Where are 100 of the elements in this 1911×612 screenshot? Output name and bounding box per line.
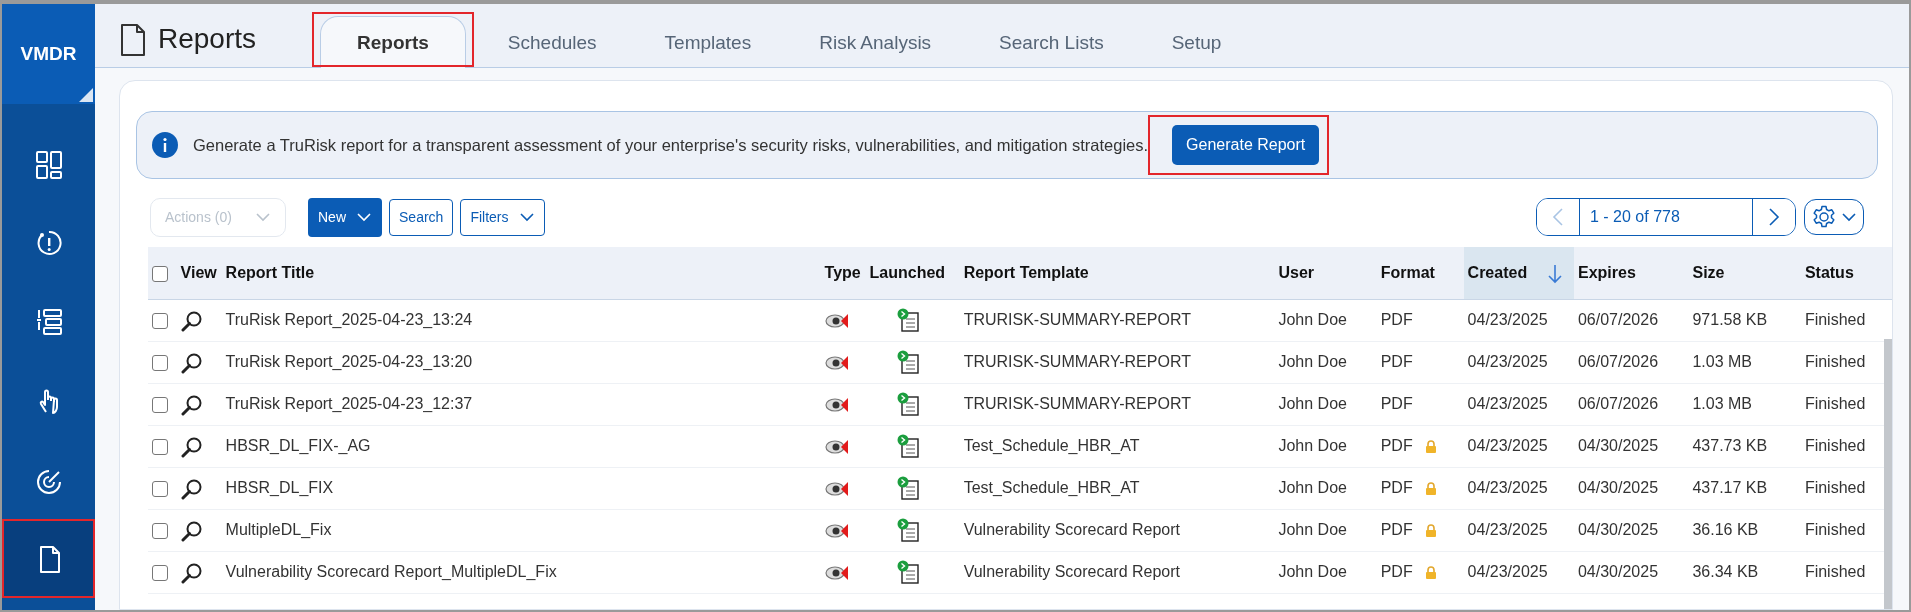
table-cell: PDF <box>1380 479 1413 496</box>
table-cell: TruRisk Report_2025-04-23_13:24 <box>221 299 821 341</box>
column-header[interactable]: Size <box>1692 263 1725 281</box>
chevron-down-icon <box>518 212 535 222</box>
dashboard-icon <box>33 148 64 179</box>
table-cell: PDF <box>1380 521 1413 538</box>
table-cell: 437.73 KB <box>1688 425 1801 467</box>
generate-report-button[interactable]: Generate Report <box>1172 125 1320 165</box>
chevron-left-icon <box>1552 207 1564 227</box>
table-cell: HBSR_DL_FIX <box>221 467 821 509</box>
sidebar-item[interactable] <box>2 519 95 598</box>
settings-dropdown[interactable] <box>1804 199 1864 235</box>
eye-flag-icon <box>824 563 849 582</box>
row-checkbox[interactable] <box>152 354 168 371</box>
brand-logo[interactable]: VMDR <box>2 4 95 104</box>
table-cell: 04/23/2025 <box>1463 551 1574 593</box>
scrollbar[interactable] <box>1884 339 1892 609</box>
table-cell: 04/23/2025 <box>1463 383 1574 425</box>
column-header[interactable]: User <box>1278 263 1315 281</box>
document-icon <box>120 23 146 57</box>
lock-icon <box>1424 482 1437 496</box>
row-checkbox[interactable] <box>152 480 168 497</box>
sort-descending-icon[interactable] <box>1547 264 1562 284</box>
select-all-checkbox[interactable] <box>152 265 168 282</box>
row-checkbox[interactable] <box>152 312 168 329</box>
table-cell: Vulnerability Scorecard Report <box>959 509 1275 551</box>
report-launch-icon <box>895 518 920 543</box>
table-cell: PDF <box>1380 353 1413 370</box>
table-cell: TruRisk Report_2025-04-23_13:20 <box>221 341 821 383</box>
table-cell: 04/23/2025 <box>1463 467 1574 509</box>
table-cell: John Doe <box>1274 299 1377 341</box>
eye-flag-icon <box>824 395 849 414</box>
table-cell: 04/30/2025 <box>1573 467 1689 509</box>
column-header[interactable]: Expires <box>1577 263 1636 281</box>
magnifier-icon[interactable] <box>180 561 203 584</box>
report-launch-icon <box>895 560 920 585</box>
table-cell: 04/30/2025 <box>1573 551 1689 593</box>
column-header[interactable]: Created <box>1467 263 1528 281</box>
eye-flag-icon <box>824 353 849 372</box>
report-launch-icon <box>895 476 920 501</box>
row-checkbox[interactable] <box>152 396 168 413</box>
table-cell: Vulnerability Scorecard Report_MultipleDL_Fix <box>221 551 821 593</box>
table-cell: 04/30/2025 <box>1573 425 1689 467</box>
table-cell: John Doe <box>1274 467 1377 509</box>
tab[interactable]: Templates <box>638 19 778 67</box>
chevron-right-icon <box>1768 207 1780 227</box>
report-launch-icon <box>895 308 920 333</box>
magnifier-icon[interactable] <box>180 519 203 542</box>
table-cell: TruRisk Report_2025-04-23_12:37 <box>221 383 821 425</box>
column-header[interactable]: Report Title <box>225 263 315 281</box>
row-checkbox[interactable] <box>152 522 168 539</box>
eye-flag-icon <box>824 311 849 330</box>
page-title: Reports <box>158 22 257 56</box>
table-cell: Test_Schedule_HBR_AT <box>959 425 1275 467</box>
table-cell: PDF <box>1380 437 1413 454</box>
filters-dropdown[interactable]: Filters <box>460 198 545 236</box>
table-cell: Test_Schedule_HBR_AT <box>959 467 1275 509</box>
chevron-down-icon <box>1842 212 1856 222</box>
magnifier-icon[interactable] <box>180 435 203 458</box>
magnifier-icon[interactable] <box>180 393 203 416</box>
lock-icon <box>1424 440 1437 454</box>
table-cell: 06/07/2026 <box>1573 299 1689 341</box>
magnifier-icon[interactable] <box>180 351 203 374</box>
search-button[interactable]: Search <box>389 198 454 236</box>
brand-name: VMDR <box>20 41 77 66</box>
info-icon <box>151 131 179 159</box>
tab[interactable]: Search Lists <box>973 19 1130 67</box>
table-cell: John Doe <box>1274 551 1377 593</box>
magnifier-icon[interactable] <box>180 309 203 332</box>
column-header[interactable]: Report Template <box>963 263 1089 281</box>
lock-icon <box>1424 566 1437 580</box>
table-cell: PDF <box>1380 311 1413 328</box>
eye-flag-icon <box>824 479 849 498</box>
table-cell: 1.03 MB <box>1688 341 1801 383</box>
table-cell: 06/07/2026 <box>1573 341 1689 383</box>
lock-icon <box>1424 524 1437 538</box>
table-cell: 04/23/2025 <box>1463 299 1574 341</box>
report-launch-icon <box>895 350 920 375</box>
report-launch-icon <box>895 434 920 459</box>
table-cell: PDF <box>1380 563 1413 580</box>
banner-text: Generate a TruRisk report for a transparent assessment of your enterprise's security risks, vulnerabilities, and mitigation strategies. <box>193 134 1149 156</box>
table-cell: 36.34 KB <box>1688 551 1801 593</box>
eye-flag-icon <box>824 437 849 456</box>
row-checkbox[interactable] <box>152 564 168 581</box>
row-checkbox[interactable] <box>152 438 168 455</box>
new-dropdown[interactable]: New <box>308 197 382 237</box>
eye-flag-icon <box>824 521 849 540</box>
column-header[interactable]: Status <box>1804 263 1854 281</box>
tab[interactable]: Reports <box>320 15 466 68</box>
magnifier-icon[interactable] <box>180 477 203 500</box>
chevron-down-icon <box>356 212 372 222</box>
table-cell: 1.03 MB <box>1688 383 1801 425</box>
table-cell: MultipleDL_Fix <box>221 509 821 551</box>
table-cell: John Doe <box>1274 383 1377 425</box>
table-cell: 437.17 KB <box>1688 467 1801 509</box>
table-cell: HBSR_DL_FIX-_AG <box>221 425 821 467</box>
table-cell: 04/30/2025 <box>1573 509 1689 551</box>
tab[interactable]: Schedules <box>481 19 623 67</box>
tab[interactable]: Risk Analysis <box>793 19 958 67</box>
tab[interactable]: Setup <box>1145 19 1248 67</box>
